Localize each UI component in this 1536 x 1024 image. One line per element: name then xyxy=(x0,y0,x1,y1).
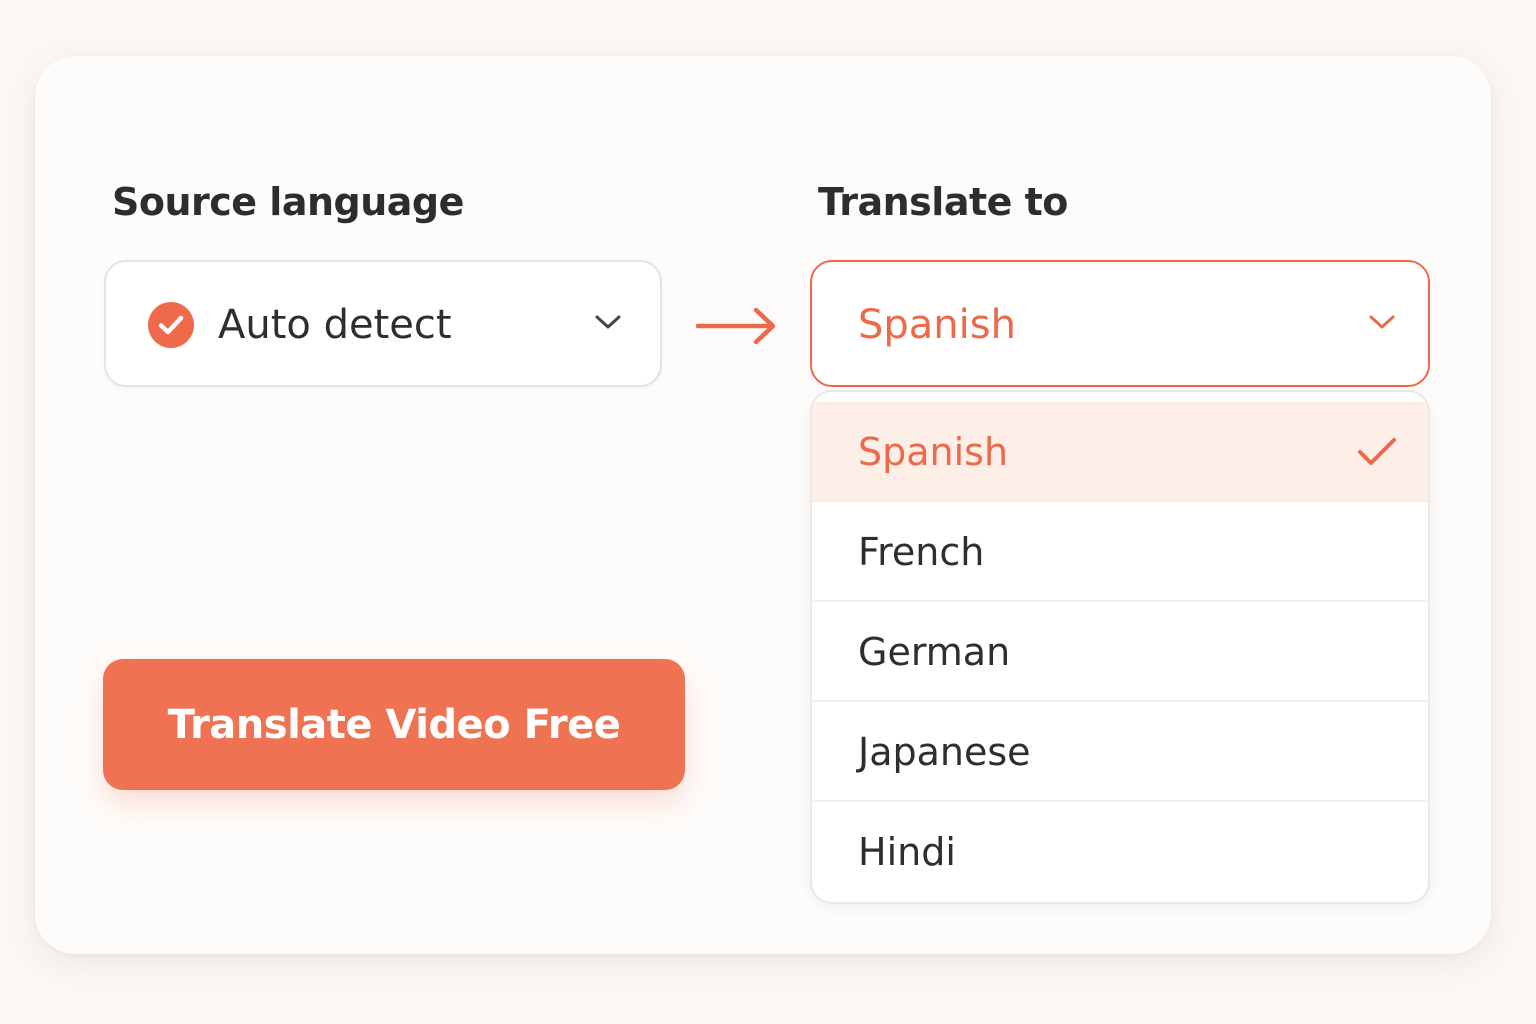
language-option-label: Japanese xyxy=(858,730,1031,774)
target-language-select[interactable]: Spanish xyxy=(810,260,1430,387)
language-dropdown-menu: Spanish French German Japanese Hindi xyxy=(810,390,1430,904)
language-option-label: French xyxy=(858,530,985,574)
translate-video-button[interactable]: Translate Video Free xyxy=(103,659,685,790)
language-option-japanese[interactable]: Japanese xyxy=(812,702,1428,802)
source-language-select[interactable]: Auto detect xyxy=(104,260,662,387)
arrow-right-icon xyxy=(694,304,780,352)
target-language-label: Translate to xyxy=(818,180,1068,224)
language-option-spanish[interactable]: Spanish xyxy=(812,402,1428,502)
source-language-label: Source language xyxy=(112,180,464,224)
chevron-down-icon[interactable] xyxy=(594,312,622,336)
check-circle-icon xyxy=(148,302,194,348)
language-option-german[interactable]: German xyxy=(812,602,1428,702)
source-language-value: Auto detect xyxy=(218,302,452,348)
target-language-value: Spanish xyxy=(858,302,1016,348)
checkmark-icon xyxy=(1356,436,1398,472)
chevron-down-icon[interactable] xyxy=(1368,312,1396,336)
language-option-french[interactable]: French xyxy=(812,502,1428,602)
language-option-label: German xyxy=(858,630,1011,674)
language-option-label: Spanish xyxy=(858,430,1009,474)
language-option-hindi[interactable]: Hindi xyxy=(812,802,1428,902)
language-option-label: Hindi xyxy=(858,830,956,874)
